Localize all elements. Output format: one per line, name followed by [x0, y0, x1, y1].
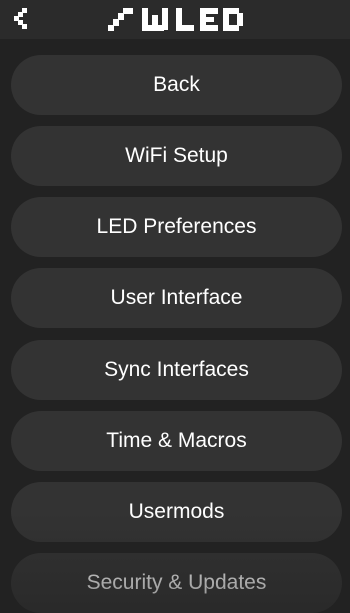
user-interface-button[interactable]: User Interface — [11, 268, 342, 328]
usermods-button[interactable]: Usermods — [11, 482, 342, 542]
wled-logo — [108, 8, 243, 31]
time-macros-button[interactable]: Time & Macros — [11, 411, 342, 471]
chevron-left-icon[interactable] — [10, 4, 36, 34]
sync-interfaces-button[interactable]: Sync Interfaces — [11, 340, 342, 400]
security-updates-button[interactable]: Security & Updates — [11, 553, 342, 613]
led-preferences-button[interactable]: LED Preferences — [11, 197, 342, 257]
back-button[interactable]: Back — [11, 55, 342, 115]
top-bar — [0, 0, 350, 39]
wifi-setup-button[interactable]: WiFi Setup — [11, 126, 342, 186]
